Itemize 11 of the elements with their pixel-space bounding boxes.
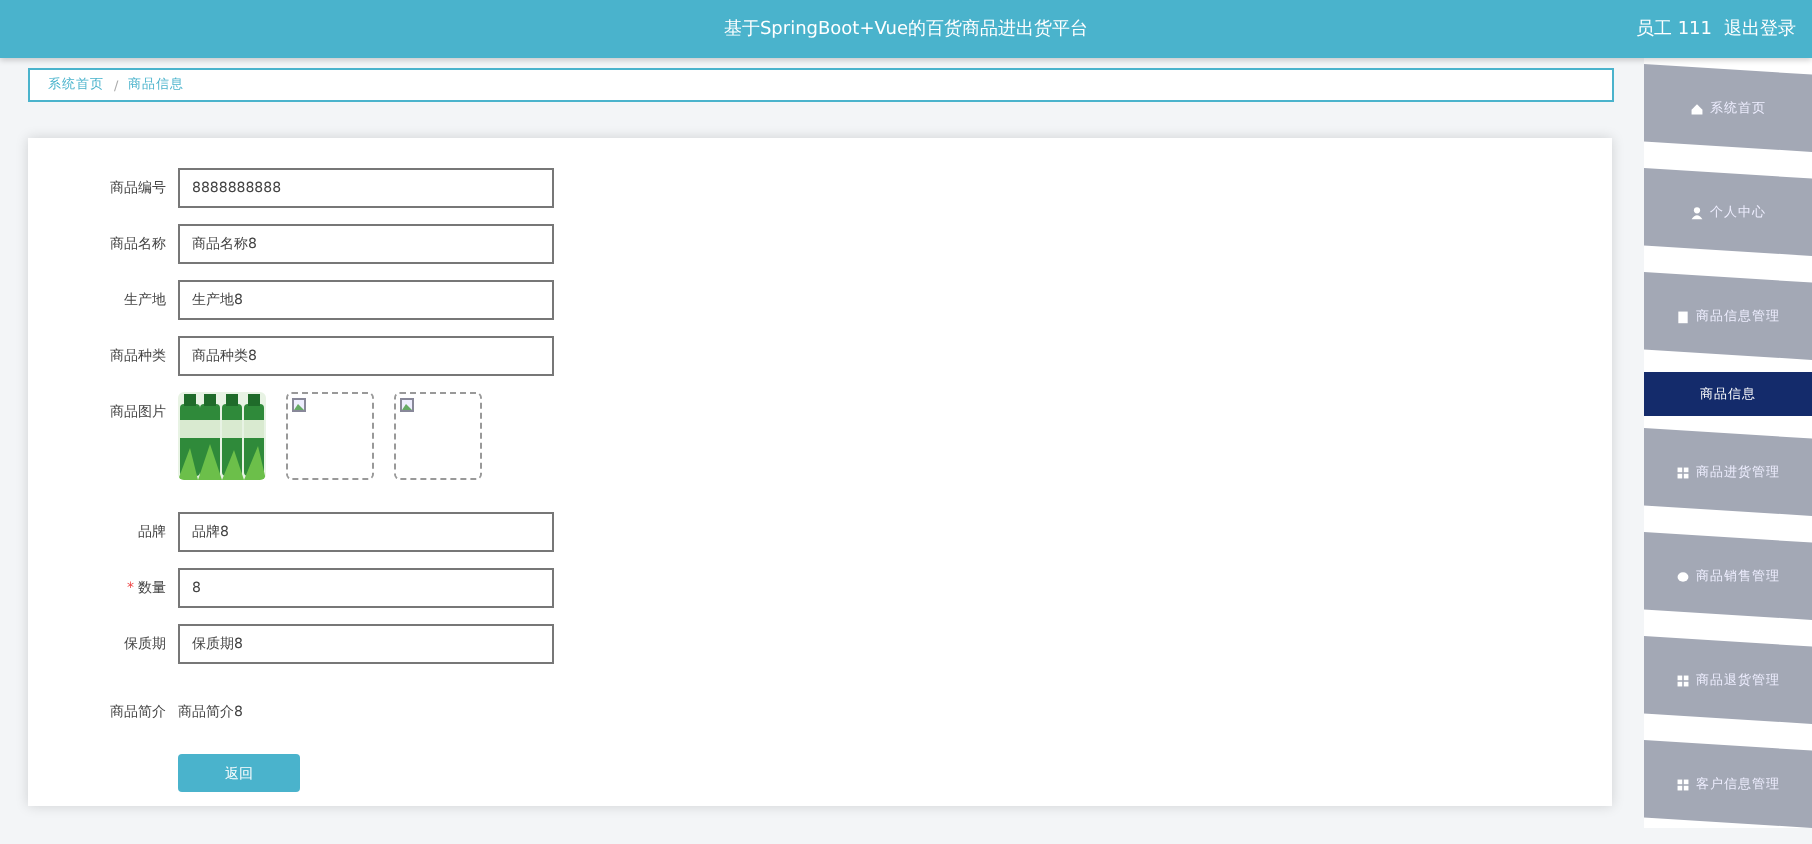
home-icon: [1690, 101, 1704, 115]
broken-image-icon: [292, 398, 306, 412]
user-name: 员工 111: [1635, 17, 1712, 42]
document-icon: [1676, 309, 1690, 323]
person-icon: [1690, 205, 1704, 219]
logout-link[interactable]: 退出登录: [1724, 16, 1796, 42]
app-title: 基于SpringBoot+Vue的百货商品进出货平台: [723, 17, 1089, 42]
broken-image-icon: [400, 398, 414, 412]
grid-icon: [1676, 465, 1690, 479]
grid-icon: [1676, 777, 1690, 791]
grid-icon: [1676, 673, 1690, 687]
